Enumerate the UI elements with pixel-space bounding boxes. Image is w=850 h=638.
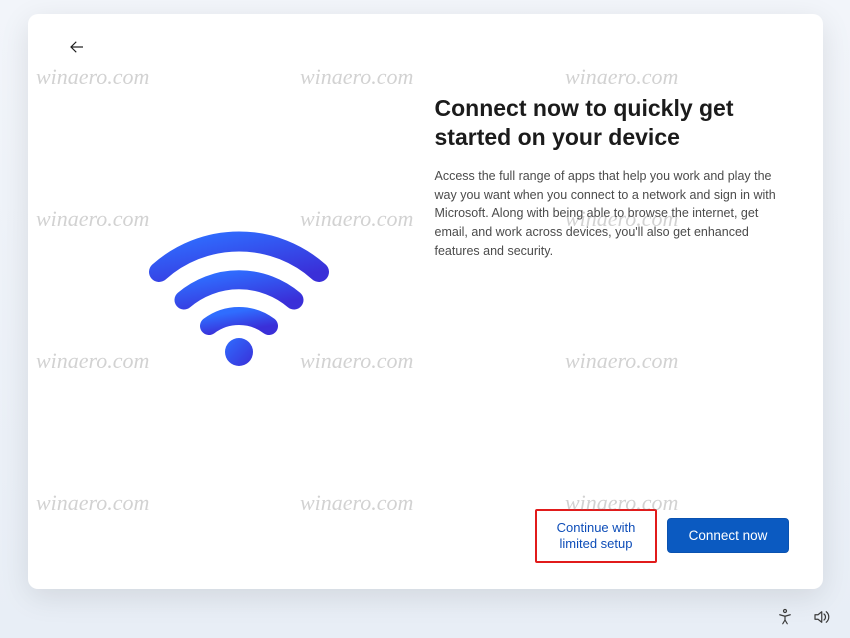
page-heading: Connect now to quickly get started on yo…: [435, 94, 786, 153]
back-arrow-icon: [68, 38, 86, 61]
continue-limited-setup-button[interactable]: Continue with limited setup: [538, 512, 654, 561]
connect-now-button[interactable]: Connect now: [667, 518, 789, 553]
setup-card: Connect now to quickly get started on yo…: [28, 14, 823, 589]
accessibility-button[interactable]: [774, 608, 796, 630]
annotation-highlight: Continue with limited setup: [535, 509, 657, 564]
back-button[interactable]: [62, 34, 92, 64]
action-bar: Continue with limited setup Connect now: [435, 493, 790, 564]
wifi-icon: [139, 190, 339, 375]
system-tray: [774, 608, 832, 630]
volume-button[interactable]: [810, 608, 832, 630]
speaker-icon: [812, 608, 830, 631]
page-description: Access the full range of apps that help …: [435, 167, 786, 261]
illustration-pane: [62, 72, 417, 493]
accessibility-icon: [776, 608, 794, 631]
content-pane: Connect now to quickly get started on yo…: [435, 72, 790, 493]
